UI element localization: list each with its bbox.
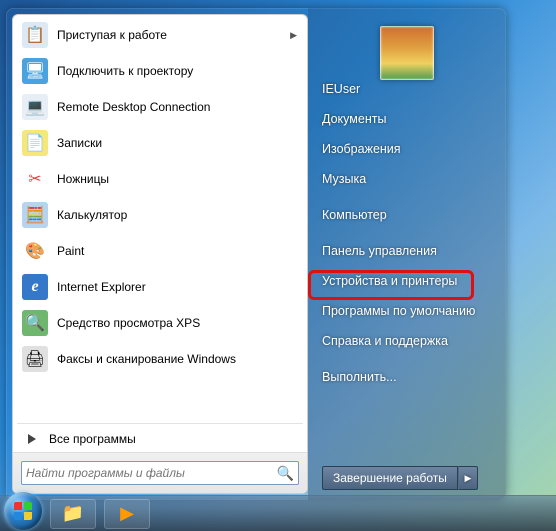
program-label: Записки xyxy=(57,136,102,150)
calculator-icon: 🧮 xyxy=(21,201,49,229)
shutdown-options-arrow[interactable]: ▶ xyxy=(458,466,478,490)
program-label: Факсы и сканирование Windows xyxy=(57,352,236,366)
program-item-internet-explorer[interactable]: e Internet Explorer xyxy=(15,269,305,305)
right-item-run[interactable]: Выполнить... xyxy=(308,362,506,392)
shutdown-button[interactable]: Завершение работы xyxy=(322,466,458,490)
getting-started-icon: 📋 xyxy=(21,21,49,49)
search-input[interactable] xyxy=(26,466,277,480)
paint-icon: 🎨 xyxy=(21,237,49,265)
folder-icon: 📁 xyxy=(62,503,84,524)
program-label: Средство просмотра XPS xyxy=(57,316,200,330)
program-item-xps-viewer[interactable]: 🔍 Средство просмотра XPS xyxy=(15,305,305,341)
program-label: Paint xyxy=(57,244,84,258)
search-box[interactable]: 🔍 xyxy=(21,461,299,485)
sticky-notes-icon: 📄 xyxy=(21,129,49,157)
right-item-computer[interactable]: Компьютер xyxy=(308,200,506,230)
program-item-connect-projector[interactable]: 🖥 Подключить к проектору xyxy=(15,53,305,89)
submenu-arrow-icon: ▶ xyxy=(290,30,297,41)
program-item-fax-scan[interactable]: 🖨 Факсы и сканирование Windows xyxy=(15,341,305,377)
program-label: Ножницы xyxy=(57,172,109,186)
scissors-icon: ✂ xyxy=(21,165,49,193)
user-picture[interactable] xyxy=(380,26,434,80)
program-item-snipping-tool[interactable]: ✂ Ножницы xyxy=(15,161,305,197)
program-label: Remote Desktop Connection xyxy=(57,100,210,114)
triangle-right-icon xyxy=(28,434,36,444)
all-programs-label: Все программы xyxy=(49,432,136,446)
taskbar-item-explorer[interactable]: 📁 xyxy=(50,499,96,529)
program-label: Приступая к работе xyxy=(57,28,167,42)
taskbar-item-media-player[interactable]: ▶ xyxy=(104,499,150,529)
right-item-default-programs[interactable]: Программы по умолчанию xyxy=(308,296,506,326)
right-item-control-panel[interactable]: Панель управления xyxy=(308,236,506,266)
program-item-getting-started[interactable]: 📋 Приступая к работе ▶ xyxy=(15,17,305,53)
program-list: 📋 Приступая к работе ▶ 🖥 Подключить к пр… xyxy=(13,15,307,421)
program-item-paint[interactable]: 🎨 Paint xyxy=(15,233,305,269)
program-item-remote-desktop[interactable]: 💻 Remote Desktop Connection xyxy=(15,89,305,125)
separator xyxy=(17,423,303,424)
start-button[interactable] xyxy=(4,492,42,530)
projector-icon: 🖥 xyxy=(21,57,49,85)
right-panel: IEUser Документы Изображения Музыка Комп… xyxy=(308,8,506,500)
right-item-pictures[interactable]: Изображения xyxy=(308,134,506,164)
media-player-icon: ▶ xyxy=(120,503,134,524)
right-item-music[interactable]: Музыка xyxy=(308,164,506,194)
search-icon[interactable]: 🔍 xyxy=(277,465,294,482)
program-label: Подключить к проектору xyxy=(57,64,193,78)
all-programs-button[interactable]: Все программы xyxy=(13,426,307,452)
start-menu: 📋 Приступая к работе ▶ 🖥 Подключить к пр… xyxy=(6,8,506,500)
left-panel: 📋 Приступая к работе ▶ 🖥 Подключить к пр… xyxy=(12,14,308,494)
taskbar: 📁 ▶ xyxy=(0,495,556,531)
right-item-documents[interactable]: Документы xyxy=(308,104,506,134)
ie-icon: e xyxy=(21,273,49,301)
right-item-devices-printers[interactable]: Устройства и принтеры xyxy=(308,266,506,296)
search-area: 🔍 xyxy=(13,452,307,493)
right-item-help[interactable]: Справка и поддержка xyxy=(308,326,506,356)
program-item-calculator[interactable]: 🧮 Калькулятор xyxy=(15,197,305,233)
remote-desktop-icon: 💻 xyxy=(21,93,49,121)
program-label: Калькулятор xyxy=(57,208,127,222)
xps-viewer-icon: 🔍 xyxy=(21,309,49,337)
printer-icon: 🖨 xyxy=(21,345,49,373)
program-label: Internet Explorer xyxy=(57,280,146,294)
shutdown-group: Завершение работы ▶ xyxy=(322,466,478,490)
program-item-sticky-notes[interactable]: 📄 Записки xyxy=(15,125,305,161)
